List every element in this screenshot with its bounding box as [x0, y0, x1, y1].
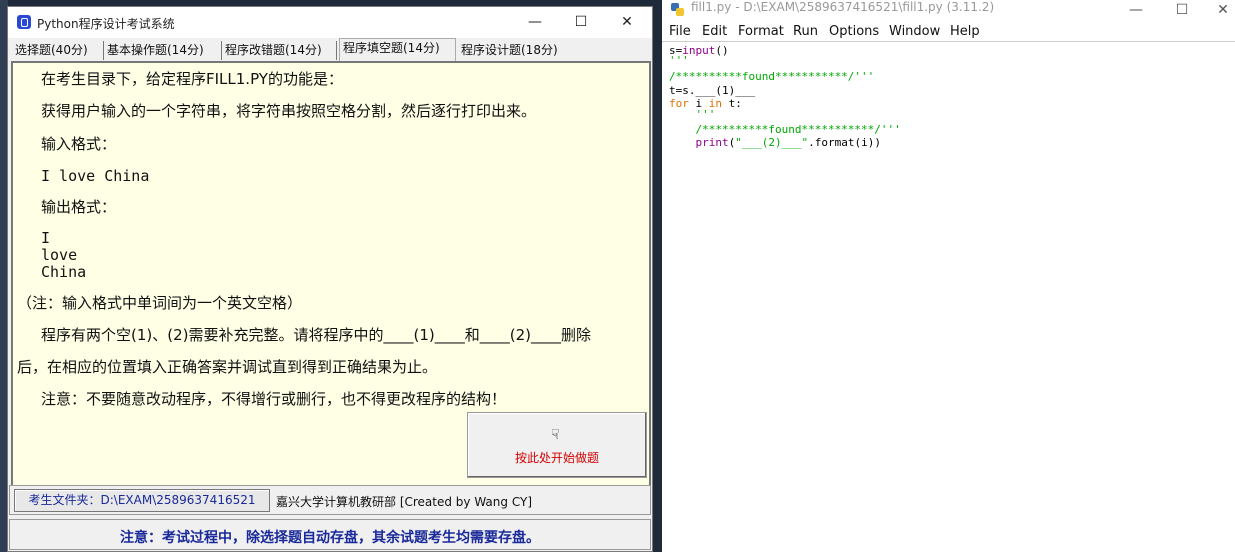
- minimize-button[interactable]: —: [1113, 0, 1159, 20]
- start-question-label: 按此处开始做题: [514, 451, 599, 465]
- desktop-background-gap: [652, 0, 662, 552]
- question-content: 在考生目录下，给定程序FILL1.PY的功能是： 获得用户输入的一个字符串，将字…: [11, 61, 651, 489]
- menu-help[interactable]: Help: [950, 24, 980, 39]
- python-icon: [671, 3, 684, 16]
- menu-format[interactable]: Format: [738, 24, 784, 39]
- code-editor[interactable]: s=input() ''' /**********found**********…: [662, 41, 1235, 552]
- instruction-line-1: 程序有两个空(1)、(2)需要补充完整。请将程序中的____(1)____和__…: [41, 326, 591, 344]
- tab-error-correction[interactable]: 程序改错题(14分): [222, 41, 337, 60]
- tab-basic-operation[interactable]: 基本操作题(14分): [104, 41, 222, 60]
- question-tabs: 选择题(40分) 基本操作题(14分) 程序改错题(14分) 程序填空题(14分…: [8, 38, 652, 61]
- tab-fill-in-blanks[interactable]: 程序填空题(14分): [339, 38, 456, 61]
- input-example: I love China: [41, 167, 150, 185]
- code-line: /**********found***********/''': [669, 70, 875, 83]
- idle-window-title: fill1.py - D:\EXAM\2589637416521\fill1.p…: [691, 0, 995, 14]
- save-notice-bar: 注意：考试过程中，除选择题自动存盘，其余试题考生均需要存盘。: [9, 519, 651, 550]
- code-line: /**********found***********/''': [669, 123, 901, 136]
- code-line: ''': [669, 108, 716, 121]
- question-description: 获得用户输入的一个字符串，将字符串按照空格分割，然后逐行打印出来。: [41, 102, 537, 120]
- input-format-label: 输入格式：: [41, 135, 117, 153]
- output-format-label: 输出格式：: [41, 198, 117, 216]
- menu-bar: File Edit Format Run Options Window Help: [662, 21, 1235, 41]
- tab-programming[interactable]: 程序设计题(18分): [458, 41, 578, 60]
- tab-multiple-choice[interactable]: 选择题(40分): [12, 41, 104, 60]
- close-button[interactable]: ✕: [604, 7, 650, 38]
- exam-titlebar[interactable]: Python程序设计考试系统 — ☐ ✕: [8, 7, 652, 38]
- exam-window: Python程序设计考试系统 — ☐ ✕ 选择题(40分) 基本操作题(14分)…: [7, 6, 653, 552]
- idle-editor-window: fill1.py - D:\EXAM\2589637416521\fill1.p…: [662, 0, 1235, 552]
- menu-options[interactable]: Options: [829, 24, 879, 39]
- output-line: China: [41, 263, 87, 281]
- status-bar: 考生文件夹：D:\EXAM\2589637416521 嘉兴大学计算机教研部 […: [9, 485, 651, 515]
- pointing-hand-icon: ☟: [551, 427, 560, 443]
- close-button[interactable]: ✕: [1200, 0, 1235, 20]
- app-shield-icon: [17, 15, 31, 29]
- maximize-button[interactable]: ☐: [558, 7, 604, 38]
- save-notice-text: 注意：考试过程中，除选择题自动存盘，其余试题考生均需要存盘。: [120, 530, 540, 546]
- menu-edit[interactable]: Edit: [702, 24, 727, 39]
- minimize-button[interactable]: —: [512, 7, 558, 38]
- menu-run[interactable]: Run: [793, 24, 818, 39]
- input-note: （注：输入格式中单词间为一个英文空格）: [17, 294, 303, 312]
- question-intro: 在考生目录下，给定程序FILL1.PY的功能是：: [41, 70, 343, 88]
- credit-text: 嘉兴大学计算机教研部 [Created by Wang CY]: [276, 495, 533, 509]
- output-line: I: [41, 229, 51, 247]
- candidate-folder-button[interactable]: 考生文件夹：D:\EXAM\2589637416521: [14, 489, 270, 512]
- code-line: t=s.___(1)___: [669, 84, 756, 97]
- menu-file[interactable]: File: [669, 24, 691, 39]
- warning-text: 注意：不要随意改动程序，不得增行或删行，也不得更改程序的结构！: [41, 390, 507, 408]
- menu-window[interactable]: Window: [889, 24, 940, 39]
- start-question-button[interactable]: ☟ 按此处开始做题: [467, 412, 647, 478]
- exam-window-title: Python程序设计考试系统: [37, 17, 175, 31]
- maximize-button[interactable]: ☐: [1159, 0, 1205, 20]
- code-line: print("___(2)___".format(i)): [695, 136, 881, 149]
- instruction-line-2: 后，在相应的位置填入正确答案并调试直到得到正确结果为止。: [17, 358, 438, 376]
- code-line: ''': [669, 54, 689, 67]
- output-line: love: [41, 246, 78, 264]
- idle-titlebar[interactable]: fill1.py - D:\EXAM\2589637416521\fill1.p…: [662, 0, 1235, 20]
